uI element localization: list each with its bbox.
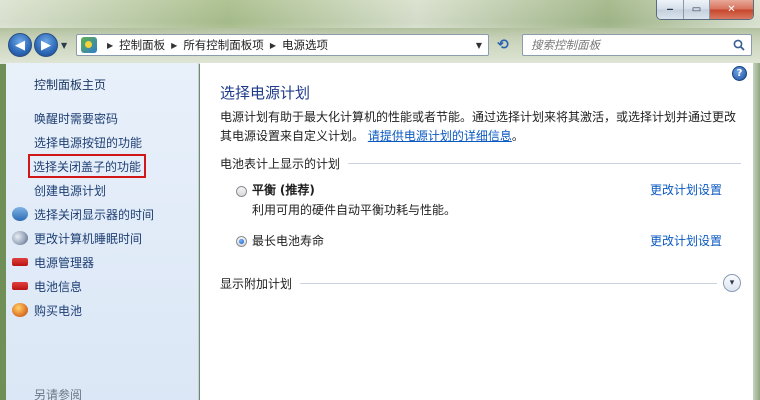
section-divider <box>300 282 717 284</box>
sidebar-item-create-plan[interactable]: 创建电源计划 <box>34 180 106 200</box>
sidebar-item-label: 选择电源按钮的功能 <box>34 135 143 150</box>
globe-icon <box>12 303 28 317</box>
breadcrumb-all-items[interactable]: 所有控制面板项 <box>183 37 264 53</box>
sidebar-item-power-button[interactable]: 选择电源按钮的功能 <box>34 132 142 152</box>
battery-icon <box>12 282 28 290</box>
chevron-right-icon[interactable]: ▶ <box>171 41 177 50</box>
sidebar-item-battery-info[interactable]: 电池信息 <box>12 276 82 296</box>
breadcrumb-power-options[interactable]: 电源选项 <box>282 37 328 53</box>
refresh-button[interactable]: ⟲ <box>491 34 515 56</box>
sidebar-item-label: 选择关闭显示器的时间 <box>34 207 155 222</box>
control-panel-home-link[interactable]: 控制面板主页 <box>34 76 106 93</box>
breadcrumb-control-panel[interactable]: 控制面板 <box>119 37 165 53</box>
page-title: 选择电源计划 <box>220 84 311 102</box>
sidebar-item-wake-password[interactable]: 唤醒时需要密码 <box>34 108 118 128</box>
monitor-icon <box>12 207 28 221</box>
sidebar-item-lid-close[interactable]: 选择关闭盖子的功能 <box>27 154 147 178</box>
recent-pages-dropdown-icon[interactable]: ▼ <box>61 41 67 50</box>
sidebar-item-buy-battery[interactable]: 购买电池 <box>12 300 82 320</box>
page-description: 电源计划有助于最大化计算机的性能或者节能。通过选择计划来将其激活，或选择计划并通… <box>220 108 745 146</box>
plan-balanced-settings-link[interactable]: 更改计划设置 <box>650 181 722 198</box>
plan-details-link[interactable]: 请提供电源计划的详细信息 <box>368 129 512 143</box>
close-button[interactable]: ✕ <box>709 0 753 19</box>
description-end: 。 <box>511 129 524 143</box>
sidebar-item-label: 电源管理器 <box>34 255 95 270</box>
plan-max-battery-radio[interactable] <box>236 236 247 247</box>
minimize-button[interactable]: ‒ <box>657 0 683 19</box>
sidebar-item-label: 电池信息 <box>34 279 83 294</box>
back-button[interactable]: ◀ <box>8 33 32 57</box>
expand-chevron-icon[interactable]: ▾ <box>723 274 741 292</box>
plan-recommended-text: (推荐) <box>279 183 315 197</box>
see-also-heading: 另请参阅 <box>34 388 83 400</box>
plan-balanced-description: 利用可用的硬件自动平衡功耗与性能。 <box>252 203 457 217</box>
plan-balanced-radio[interactable] <box>236 186 247 197</box>
search-icon[interactable] <box>733 39 745 51</box>
battery-meter-plans-header: 电池表计上显示的计划 <box>220 155 741 171</box>
chevron-right-icon[interactable]: ▶ <box>107 41 113 50</box>
section-label: 电池表计上显示的计划 <box>220 156 341 171</box>
plan-name-text: 平衡 <box>252 183 277 197</box>
control-panel-icon <box>81 37 97 53</box>
forward-button[interactable]: ▶ <box>34 33 58 57</box>
window-border <box>753 63 760 400</box>
search-input[interactable] <box>531 38 721 52</box>
additional-plans-header[interactable]: 显示附加计划 <box>220 275 717 291</box>
plan-balanced-name[interactable]: 平衡 (推荐) <box>252 181 315 198</box>
chevron-right-icon[interactable]: ▶ <box>270 41 276 50</box>
plan-max-battery-name[interactable]: 最长电池寿命 <box>252 232 324 249</box>
sidebar-item-display-off[interactable]: 选择关闭显示器的时间 <box>12 204 154 224</box>
sidebar-item-label: 更改计算机睡眠时间 <box>34 231 143 246</box>
plan-max-battery-settings-link[interactable]: 更改计划设置 <box>650 232 722 249</box>
address-dropdown-icon[interactable]: ▼ <box>470 35 488 55</box>
section-label: 显示附加计划 <box>220 276 293 291</box>
sidebar-item-label: 购买电池 <box>34 303 83 318</box>
sidebar-item-label: 创建电源计划 <box>34 183 107 198</box>
sidebar-item-label: 选择关闭盖子的功能 <box>33 159 142 174</box>
battery-icon <box>12 258 28 266</box>
sidebar-item-label: 唤醒时需要密码 <box>34 111 119 126</box>
address-bar[interactable]: ▶ 控制面板 ▶ 所有控制面板项 ▶ 电源选项 ▼ <box>76 34 489 56</box>
navigation-bar: ◀ ▶ ▼ ▶ 控制面板 ▶ 所有控制面板项 ▶ 电源选项 ▼ ⟲ <box>0 31 760 59</box>
sidebar-item-power-manager[interactable]: 电源管理器 <box>12 252 94 272</box>
section-divider <box>348 162 741 164</box>
task-pane: 控制面板主页 唤醒时需要密码 选择电源按钮的功能 选择关闭盖子的功能 创建电源计… <box>6 63 199 400</box>
sidebar-item-sleep-time[interactable]: 更改计算机睡眠时间 <box>12 228 142 248</box>
caption-buttons: ‒ ▭ ✕ <box>656 0 754 20</box>
help-icon[interactable]: ? <box>732 66 747 81</box>
moon-icon <box>12 231 28 245</box>
main-content: ? 选择电源计划 电源计划有助于最大化计算机的性能或者节能。通过选择计划来将其激… <box>200 63 753 400</box>
maximize-button[interactable]: ▭ <box>683 0 709 19</box>
search-box[interactable] <box>522 34 752 56</box>
